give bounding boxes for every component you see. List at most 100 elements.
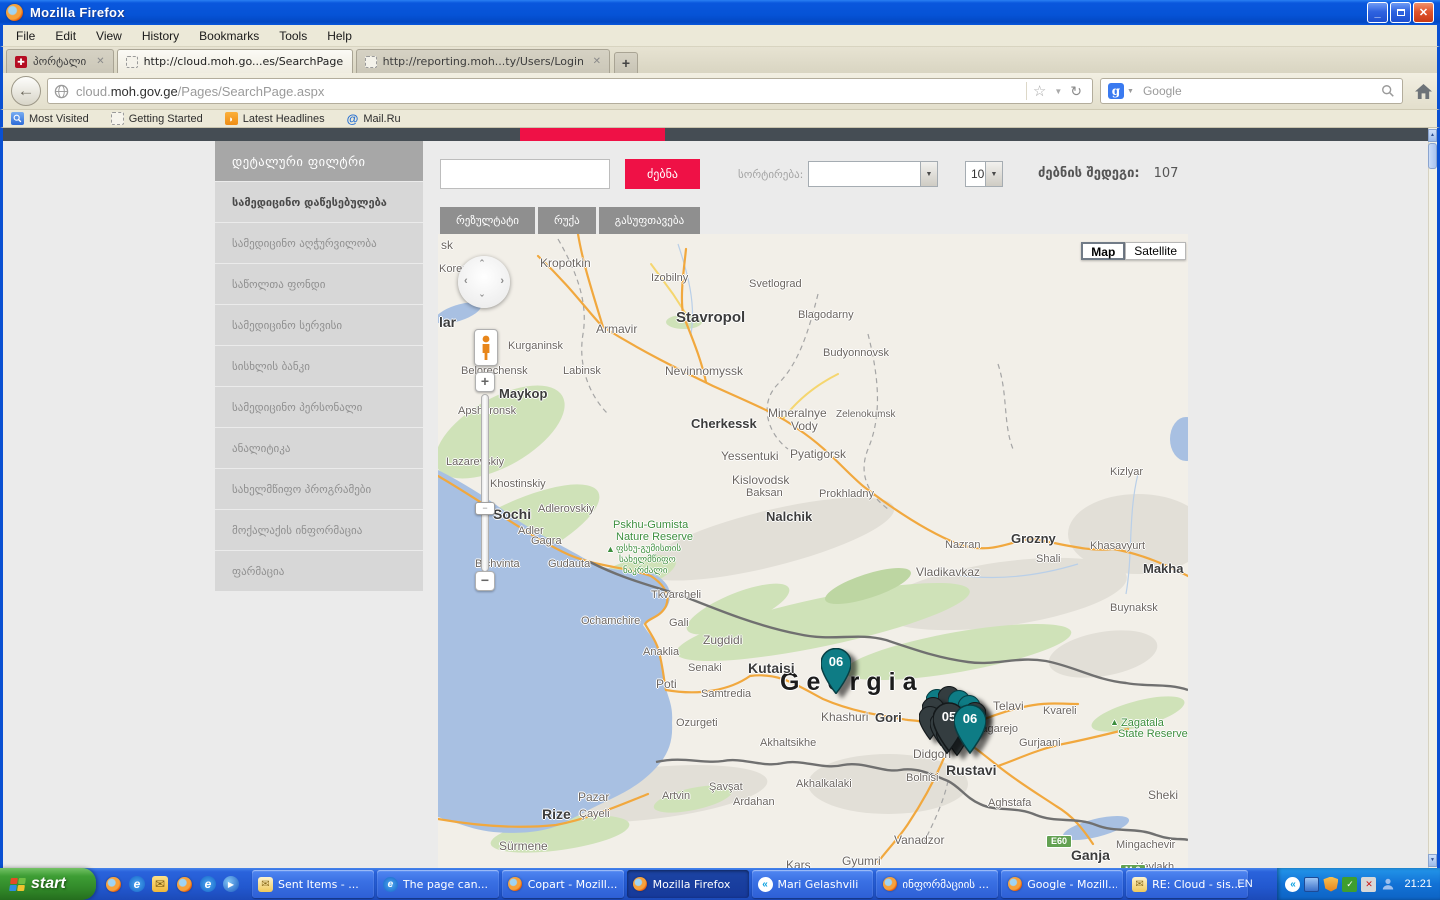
taskbar-button-7[interactable]: Google - Mozill... bbox=[1001, 870, 1123, 898]
menu-item-bookmarks[interactable]: Bookmarks bbox=[190, 27, 268, 45]
map-type-map-button[interactable]: Map bbox=[1081, 242, 1125, 260]
home-button[interactable] bbox=[1411, 79, 1435, 103]
minimize-button[interactable]: _ bbox=[1367, 2, 1388, 23]
quick-launch-outlook-icon[interactable]: ✉ bbox=[152, 876, 168, 892]
quick-launch-ie-icon[interactable]: e bbox=[129, 876, 145, 892]
tray-display-icon[interactable] bbox=[1304, 877, 1319, 892]
new-tab-button[interactable]: + bbox=[614, 52, 638, 73]
close-button[interactable]: ✕ bbox=[1413, 2, 1434, 23]
magnifier-icon[interactable] bbox=[1381, 84, 1395, 98]
sidebar-item-4[interactable]: სამედიცინო სერვისი bbox=[215, 305, 423, 345]
tray-ok-icon[interactable]: ✓ bbox=[1342, 877, 1357, 892]
pan-up-icon[interactable]: ˆ bbox=[480, 259, 484, 271]
engine-dropdown-icon[interactable]: ▼ bbox=[1127, 88, 1134, 95]
bookmark-star-icon[interactable]: ☆ bbox=[1029, 82, 1050, 100]
menu-item-view[interactable]: View bbox=[87, 27, 131, 45]
tray-shield-icon[interactable] bbox=[1323, 877, 1338, 892]
google-map[interactable]: Georgia Map Satellite ˆ ‹ › ˇ + − − skKo… bbox=[438, 234, 1188, 868]
search-input[interactable] bbox=[440, 159, 610, 189]
sidebar-item-1[interactable]: სამედიცინო დაწესებულება bbox=[215, 182, 423, 222]
scroll-thumb[interactable] bbox=[1428, 143, 1437, 169]
window-titlebar[interactable]: Mozilla Firefox _ ✕ bbox=[0, 0, 1440, 25]
menu-item-help[interactable]: Help bbox=[318, 27, 361, 45]
tab-close-icon[interactable]: ✕ bbox=[96, 56, 104, 67]
pan-right-icon[interactable]: › bbox=[500, 275, 504, 287]
zoom-slider-thumb[interactable]: − bbox=[475, 502, 495, 515]
bookmark-most-visited[interactable]: Most Visited bbox=[11, 112, 89, 125]
select-arrow-icon[interactable]: ▼ bbox=[920, 162, 937, 186]
pan-down-icon[interactable]: ˇ bbox=[480, 294, 484, 306]
tray-user-icon[interactable] bbox=[1380, 877, 1395, 892]
taskbar-button-6[interactable]: ინფორმაციის ... bbox=[876, 870, 998, 898]
taskbar-button-8[interactable]: ✉RE: Cloud - sis... bbox=[1126, 870, 1248, 898]
menu-item-file[interactable]: File bbox=[7, 27, 44, 45]
sidebar-item-8[interactable]: სახელმწიფო პროგრამები bbox=[215, 469, 423, 509]
tray-skype-icon[interactable]: « bbox=[1285, 877, 1300, 892]
select-arrow-icon[interactable]: ▼ bbox=[985, 162, 1002, 186]
sidebar-item-10[interactable]: ფარმაცია bbox=[215, 551, 423, 591]
taskbar-button-3[interactable]: Copart - Mozill... bbox=[502, 870, 624, 898]
reload-icon[interactable]: ↻ bbox=[1066, 83, 1086, 100]
map-marker-06[interactable]: 06 bbox=[954, 704, 986, 754]
zoom-in-button[interactable]: + bbox=[475, 372, 495, 392]
sidebar-item-3[interactable]: საწოლთა ფონდი bbox=[215, 264, 423, 304]
taskbar-button-5[interactable]: «Mari Gelashvili bbox=[752, 870, 874, 898]
view-tab-2[interactable]: რუქა bbox=[538, 207, 596, 234]
street-view-pegman[interactable] bbox=[474, 329, 498, 366]
taskbar-button-1[interactable]: ✉Sent Items - ... bbox=[252, 870, 374, 898]
scroll-down-button[interactable]: ▼ bbox=[1428, 854, 1437, 867]
menu-item-edit[interactable]: Edit bbox=[46, 27, 85, 45]
pan-left-icon[interactable]: ‹ bbox=[464, 275, 468, 287]
sidebar-item-9[interactable]: მოქალაქის ინფორმაცია bbox=[215, 510, 423, 550]
quick-launch-wmp-icon[interactable]: ▶ bbox=[223, 876, 239, 892]
browser-tab-1[interactable]: ✚პორტალი✕ bbox=[6, 49, 114, 73]
url-text[interactable]: cloud.moh.gov.ge/Pages/SearchPage.aspx bbox=[76, 84, 1024, 99]
scroll-up-button[interactable]: ▲ bbox=[1428, 129, 1437, 142]
taskbar-button-2[interactable]: eThe page can... bbox=[377, 870, 499, 898]
zoom-slider-track[interactable] bbox=[481, 394, 489, 572]
page-size-select[interactable]: 10 ▼ bbox=[965, 161, 1003, 187]
sort-label: სორტირება: bbox=[738, 168, 803, 181]
map-label: Zugdidi bbox=[703, 633, 742, 647]
taskbar-button-4[interactable]: Mozilla Firefox bbox=[627, 870, 749, 898]
sidebar-item-5[interactable]: სისხლის ბანკი bbox=[215, 346, 423, 386]
quick-launch-firefox-icon[interactable] bbox=[104, 875, 122, 893]
browser-tab-3[interactable]: http://reporting.moh...ty/Users/Login.as… bbox=[356, 49, 610, 73]
url-bar[interactable]: cloud.moh.gov.ge/Pages/SearchPage.aspx ☆… bbox=[47, 78, 1093, 104]
map-label: Gyumri bbox=[842, 854, 881, 868]
bookmark-getting-started[interactable]: Getting Started bbox=[111, 112, 203, 125]
browser-tab-2[interactable]: http://cloud.moh.go...es/SearchPage.aspx bbox=[117, 49, 353, 73]
view-tab-3[interactable]: გასუფთავება bbox=[599, 207, 700, 234]
quick-launch-ie-icon[interactable]: e bbox=[200, 876, 216, 892]
sidebar-item-6[interactable]: სამედიცინო პერსონალი bbox=[215, 387, 423, 427]
map-marker-06[interactable]: 06 bbox=[821, 648, 851, 694]
menu-item-history[interactable]: History bbox=[133, 27, 188, 45]
taskbar-button-label: Mozilla Firefox bbox=[653, 878, 731, 891]
map-type-satellite-button[interactable]: Satellite bbox=[1125, 242, 1186, 260]
restore-button[interactable] bbox=[1390, 2, 1411, 23]
map-label: Pyatigorsk bbox=[790, 447, 846, 461]
view-tab-1[interactable]: რეზულტატი bbox=[440, 207, 535, 234]
sort-select[interactable]: ▼ bbox=[808, 161, 938, 187]
map-label: Nazran bbox=[945, 539, 980, 551]
map-label: Gudauta bbox=[548, 558, 590, 570]
tray-error-icon[interactable]: ✕ bbox=[1361, 877, 1376, 892]
bookmark-latest-headlines[interactable]: ◗Latest Headlines bbox=[225, 112, 325, 125]
search-placeholder[interactable]: Google bbox=[1143, 84, 1381, 98]
quick-launch-firefox-icon[interactable] bbox=[175, 875, 193, 893]
menu-item-tools[interactable]: Tools bbox=[270, 27, 316, 45]
search-button[interactable]: ძებნა bbox=[625, 159, 700, 189]
bookmark-mail-ru[interactable]: @Mail.Ru bbox=[347, 112, 401, 126]
tab-close-icon[interactable]: ✕ bbox=[593, 56, 601, 67]
home-icon bbox=[1414, 83, 1433, 100]
start-button[interactable]: start bbox=[0, 868, 96, 900]
sidebar-item-2[interactable]: სამედიცინო აღჭურვილობა bbox=[215, 223, 423, 263]
language-indicator[interactable]: EN bbox=[1232, 875, 1258, 893]
sidebar-item-7[interactable]: ანალიტიკა bbox=[215, 428, 423, 468]
page-scrollbar[interactable]: ▲ ▼ bbox=[1428, 128, 1437, 868]
history-dropdown-icon[interactable]: ▼ bbox=[1050, 87, 1066, 96]
back-button[interactable]: ← bbox=[11, 76, 41, 106]
search-engine-box[interactable]: g ▼ Google bbox=[1100, 78, 1403, 104]
zoom-out-button[interactable]: − bbox=[475, 571, 495, 591]
map-pan-control[interactable]: ˆ ‹ › ˇ bbox=[458, 256, 510, 308]
